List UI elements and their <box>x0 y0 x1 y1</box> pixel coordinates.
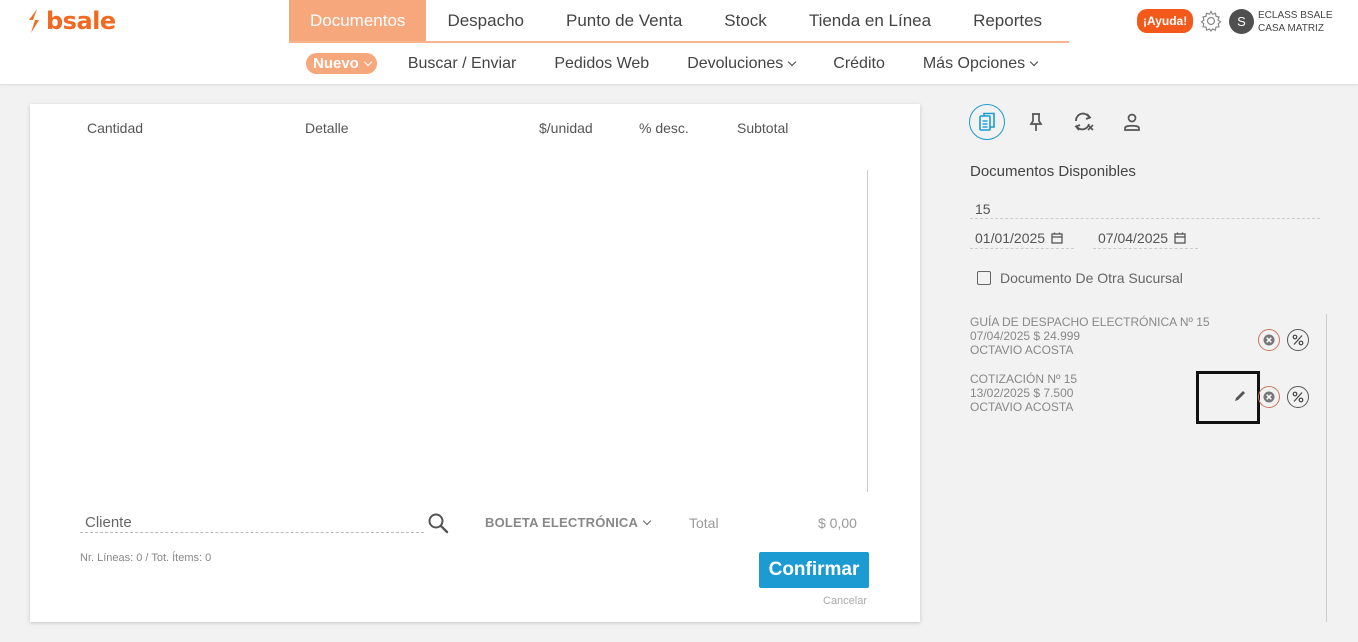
lines-info: Nr. Líneas: 0 / Tot. Ítems: 0 <box>80 552 212 564</box>
percent-icon <box>1292 334 1304 346</box>
header-detalle: Detalle <box>305 120 349 136</box>
nav-reportes[interactable]: Reportes <box>952 0 1063 41</box>
document-title: COTIZACIÓN Nº 15 <box>970 372 1078 386</box>
panel-title: Documentos Disponibles <box>970 163 1136 180</box>
user-icon <box>1124 113 1140 131</box>
nav-tienda-en-linea[interactable]: Tienda en Línea <box>788 0 952 41</box>
document-type-select[interactable]: BOLETA ELECTRÓNICA <box>485 515 652 530</box>
cancel-link[interactable]: Cancelar <box>823 595 867 607</box>
scrollbar[interactable] <box>867 170 868 492</box>
total-value: $ 0,00 <box>818 515 857 531</box>
pin-icon <box>1029 113 1043 131</box>
sub-nav: Nuevo Buscar / Enviar Pedidos Web Devolu… <box>306 53 1075 74</box>
document-card: Cantidad Detalle $/unidad % desc. Subtot… <box>30 104 920 622</box>
discount-button[interactable] <box>1287 329 1309 351</box>
chevron-down-icon <box>363 57 373 66</box>
document-title: GUÍA DE DESPACHO ELECTRÓNICA Nº 15 <box>970 315 1210 329</box>
document-type-label: BOLETA ELECTRÓNICA <box>485 515 639 530</box>
document-meta: 13/02/2025 $ 7.500 <box>970 386 1074 400</box>
total-label: Total <box>689 515 719 531</box>
date-from-value: 01/01/2025 <box>975 229 1046 246</box>
nav-punto-de-venta[interactable]: Punto de Venta <box>545 0 703 41</box>
header-unidad: $/unidad <box>539 120 593 136</box>
sub-nav-mas-opciones[interactable]: Más Opciones <box>922 54 1039 73</box>
tab-pin[interactable] <box>1018 104 1054 140</box>
avatar[interactable]: S <box>1229 9 1254 34</box>
tab-user[interactable] <box>1114 104 1150 140</box>
edit-highlight <box>1196 371 1260 424</box>
chevron-down-icon <box>1029 57 1039 66</box>
nav-stock[interactable]: Stock <box>703 0 788 41</box>
available-document-1[interactable]: GUÍA DE DESPACHO ELECTRÓNICA Nº 15 07/04… <box>970 315 1210 357</box>
branch-name: CASA MATRIZ <box>1258 23 1324 34</box>
other-branch-label: Documento De Otra Sucursal <box>1000 270 1183 286</box>
header-cantidad: Cantidad <box>87 120 144 136</box>
sub-nav-devoluciones[interactable]: Devoluciones <box>687 54 797 73</box>
document-number-input[interactable]: 15 <box>970 199 1320 219</box>
sub-nav-buscar-enviar[interactable]: Buscar / Enviar <box>408 55 516 73</box>
calendar-icon[interactable] <box>1051 232 1063 244</box>
other-branch-checkbox[interactable] <box>977 271 991 285</box>
percent-icon <box>1292 391 1304 403</box>
sub-nav-nuevo-label: Nuevo <box>313 55 359 72</box>
sub-nav-mas-label: Más Opciones <box>922 54 1026 72</box>
main-nav: Documentos Despacho Punto de Venta Stock… <box>289 0 1069 43</box>
remove-document-button[interactable] <box>1258 386 1280 408</box>
document-client: OCTAVIO ACOSTA <box>970 400 1074 414</box>
date-from-input[interactable]: 01/01/2025 <box>970 228 1074 249</box>
document-meta: 07/04/2025 $ 24.999 <box>970 329 1081 343</box>
logo-icon <box>29 9 39 33</box>
other-branch-option[interactable]: Documento De Otra Sucursal <box>977 270 1183 286</box>
chevron-down-icon <box>642 516 652 525</box>
available-document-2[interactable]: COTIZACIÓN Nº 15 13/02/2025 $ 7.500 OCTA… <box>970 372 1077 414</box>
sub-nav-buscar-label: Buscar / Enviar <box>407 54 517 72</box>
sub-nav-credito-label: Crédito <box>833 54 885 72</box>
sub-bar: Nuevo Buscar / Enviar Pedidos Web Devolu… <box>0 43 1358 85</box>
logo-text: bsale <box>46 7 116 35</box>
sub-nav-nuevo[interactable]: Nuevo <box>306 53 377 74</box>
search-icon[interactable] <box>427 512 449 534</box>
remove-document-button[interactable] <box>1258 329 1280 351</box>
sub-nav-devoluciones-label: Devoluciones <box>687 54 784 72</box>
header-descuento: % desc. <box>639 120 689 136</box>
confirm-button[interactable]: Confirmar <box>759 552 869 588</box>
date-to-value: 07/04/2025 <box>1098 229 1169 246</box>
help-button[interactable]: ¡Ayuda! <box>1137 9 1194 33</box>
document-client: OCTAVIO ACOSTA <box>970 343 1074 357</box>
client-input[interactable]: Cliente <box>80 513 424 533</box>
discount-button[interactable] <box>1287 386 1309 408</box>
calendar-icon[interactable] <box>1174 232 1186 244</box>
gear-icon[interactable] <box>1199 9 1223 33</box>
close-icon <box>1263 391 1275 403</box>
sub-nav-credito[interactable]: Crédito <box>833 55 885 73</box>
documents-icon <box>979 112 995 131</box>
company-name: ECLASS BSALE <box>1258 10 1333 21</box>
tab-documents[interactable] <box>969 104 1005 140</box>
tab-sync[interactable] <box>1066 104 1102 140</box>
header-subtotal: Subtotal <box>737 120 789 136</box>
date-to-input[interactable]: 07/04/2025 <box>1093 228 1198 249</box>
nav-despacho[interactable]: Despacho <box>426 0 545 41</box>
pencil-icon[interactable] <box>1233 389 1247 403</box>
nav-documentos[interactable]: Documentos <box>289 0 427 41</box>
top-bar: bsale Documentos Despacho Punto de Venta… <box>0 0 1358 43</box>
close-icon <box>1263 334 1275 346</box>
company-info[interactable]: ECLASS BSALE CASA MATRIZ <box>1258 9 1332 35</box>
sync-icon <box>1074 112 1094 131</box>
sub-nav-pedidos-label: Pedidos Web <box>554 54 650 72</box>
bsale-logo[interactable]: bsale <box>26 7 116 35</box>
panel-scrollbar[interactable] <box>1326 314 1327 622</box>
sub-nav-pedidos-web[interactable]: Pedidos Web <box>554 55 649 73</box>
chevron-down-icon <box>788 57 797 66</box>
